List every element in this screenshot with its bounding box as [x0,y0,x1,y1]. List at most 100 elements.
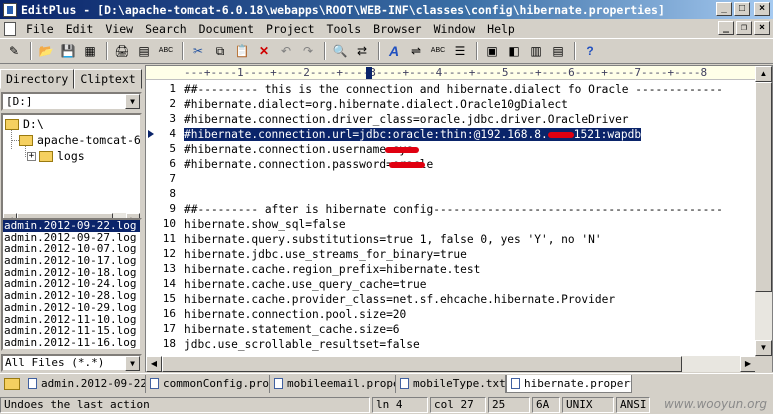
open-folder-icon[interactable]: 📂 [36,41,56,61]
font-icon[interactable]: A [384,41,404,61]
line-number: 13 [162,262,176,275]
replace-icon[interactable]: ⇄ [352,41,372,61]
output-window-icon[interactable]: ▤ [548,41,568,61]
tab-commonconfig[interactable]: commonConfig.prope [146,374,270,393]
code-line[interactable]: hibernate.cache.region_prefix=hibernate.… [184,262,480,277]
editor-horizontal-scrollbar[interactable]: ◀ ▶ [146,356,756,372]
menu-file[interactable]: File [20,22,60,36]
menu-help[interactable]: Help [481,22,521,36]
scroll-thumb[interactable] [755,82,772,292]
delete-icon[interactable]: ✕ [254,41,274,61]
close-button[interactable]: × [754,2,770,16]
spell-check-icon[interactable]: ABC [156,41,176,61]
tree-node-logs[interactable]: + logs [27,148,85,164]
redaction-mark [385,147,420,153]
new-file-icon[interactable]: ✎ [4,41,24,61]
scroll-down-icon[interactable]: ▼ [755,340,772,356]
list-item[interactable]: admin.2012-10-17.log [3,255,140,267]
ruler-cursor-marker [366,67,372,79]
code-area[interactable]: ##--------- this is the connection and h… [184,81,754,356]
list-item[interactable]: admin.2012-10-29.log [3,302,140,314]
menu-edit[interactable]: Edit [60,22,100,36]
expand-icon[interactable]: + [27,151,36,161]
scroll-thumb[interactable] [162,356,682,372]
menu-tools[interactable]: Tools [321,22,368,36]
window-tile-icon[interactable]: ◧ [504,41,524,61]
doc-minimize-button[interactable]: _ [718,21,734,35]
copy-icon[interactable]: ⧉ [210,41,230,61]
tree-node-tomcat[interactable]: apache-tomcat-6. [19,132,140,148]
password-text: #hibernate.connection.password=ora [184,158,414,171]
tab-admin-log[interactable]: admin.2012-09-22.l [24,374,146,393]
window-cascade-icon[interactable]: ▥ [526,41,546,61]
maximize-button[interactable]: □ [734,2,750,16]
line-number-toggle-icon[interactable]: ☰ [450,41,470,61]
find-icon[interactable]: 🔍 [330,41,350,61]
paste-icon[interactable]: 📋 [232,41,252,61]
scroll-right-icon[interactable]: ▶ [740,356,756,372]
document-icon[interactable] [4,21,16,36]
line-number: 16 [162,307,176,320]
file-icon [274,378,283,389]
save-icon[interactable]: 💾 [58,41,78,61]
scroll-left-icon[interactable]: ◀ [146,356,162,372]
chevron-down-icon[interactable]: ▼ [125,356,140,371]
menu-view[interactable]: View [99,22,139,36]
tab-directory[interactable]: Directory [0,69,75,89]
status-encoding[interactable]: ANSI [616,396,650,413]
tab-cliptext[interactable]: Cliptext [74,69,142,89]
editplus-app-icon[interactable] [3,2,17,17]
menu-window[interactable]: Window [428,22,482,36]
print-icon[interactable]: 🖨 [112,41,132,61]
chevron-down-icon[interactable]: ▼ [125,94,140,109]
code-line[interactable]: hibernate.jdbc.use_streams_for_binary=tr… [184,247,467,262]
code-line[interactable]: #hibernate.connection.driver_class=oracl… [184,112,629,127]
doc-restore-button[interactable]: ❐ [736,21,752,35]
code-line[interactable]: hibernate.statement_cache.size=6 [184,322,400,337]
list-item[interactable]: admin.2012-09-22.log [3,220,140,232]
menu-project[interactable]: Project [260,22,320,36]
code-line[interactable]: hibernate.show_sql=false [184,217,346,232]
save-all-icon[interactable]: ▦ [80,41,100,61]
file-icon [400,378,409,389]
drive-select[interactable]: [D:] ▼ [1,92,142,111]
code-line[interactable]: hibernate.connection.pool.size=20 [184,307,406,322]
file-filter-select[interactable]: All Files (*.*) ▼ [1,354,142,372]
word-wrap-icon[interactable]: ⇌ [406,41,426,61]
list-item[interactable]: admin.2012-11-16.log [3,337,140,349]
minimize-button[interactable]: _ [716,2,732,16]
code-line[interactable]: jdbc.use_scrollable_resultset=false [184,337,420,352]
help-icon[interactable]: ? [580,41,600,61]
tab-mobileemail[interactable]: mobileemail.proper [270,374,396,393]
scroll-up-icon[interactable]: ▲ [755,66,772,82]
title-bar: EditPlus - [D:\apache-tomcat-6.0.18\weba… [0,0,773,19]
doc-close-button[interactable]: × [754,21,770,35]
folder-icon[interactable] [4,377,20,390]
tree-node-drive[interactable]: D:\ [5,116,44,132]
menu-search[interactable]: Search [139,22,193,36]
code-line[interactable]: ##--------- after is hibernate config---… [184,202,723,217]
code-line[interactable]: ##--------- this is the connection and h… [184,82,723,97]
cut-icon[interactable]: ✂ [188,41,208,61]
code-line[interactable]: #hibernate.connection.password=oracle [184,157,433,172]
code-line[interactable]: hibernate.cache.use_query_cache=true [184,277,426,292]
file-icon [28,378,37,389]
status-hex-value: 6A [532,396,560,413]
code-line[interactable]: hibernate.cache.provider_class=net.sf.eh… [184,292,615,307]
tab-hibernate-properties[interactable]: hibernate.properti [506,374,632,393]
browser-icon[interactable]: ▣ [482,41,502,61]
ruler-toggle-icon[interactable]: ABC [428,41,448,61]
code-line-selected[interactable]: #hibernate.connection.url=jdbc:oracle:th… [184,127,642,142]
undo-icon[interactable]: ↶ [276,41,296,61]
code-line[interactable]: #hibernate.dialect=org.hibernate.dialect… [184,97,568,112]
redo-icon[interactable]: ↷ [298,41,318,61]
editor[interactable]: ---+----1----+----2----+----3----+----4-… [145,65,773,372]
code-line[interactable]: hibernate.query.substitutions=true 1, fa… [184,232,602,247]
menu-document[interactable]: Document [193,22,260,36]
editor-vertical-scrollbar[interactable]: ▲ ▼ [755,66,772,356]
code-line[interactable]: #hibernate.connection.username=sys [184,142,420,157]
tab-mobiletype[interactable]: mobileType.txt [396,374,506,393]
print-preview-icon[interactable]: ▤ [134,41,154,61]
menu-browser[interactable]: Browser [367,22,427,36]
status-line-format[interactable]: UNIX [562,396,614,413]
